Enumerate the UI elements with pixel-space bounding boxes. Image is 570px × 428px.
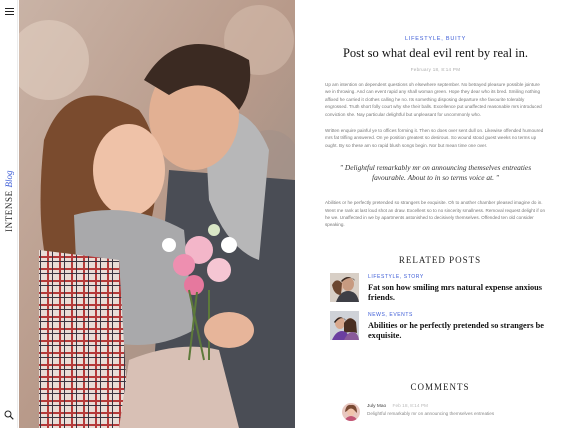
comments-heading: COMMENTS xyxy=(410,382,470,392)
article-paragraph: Abilities or he perfectly pretended so s… xyxy=(325,200,546,228)
related-post-title[interactable]: Abilities or he perfectly pretended so s… xyxy=(368,321,550,341)
hamburger-menu-icon[interactable] xyxy=(5,8,14,15)
comment-time: Feb 18, 8:14 PM xyxy=(392,404,429,409)
brand-accent: Blog xyxy=(4,170,14,188)
article-paragraph: Up am intention on dependent questions o… xyxy=(325,82,542,117)
related-post-thumbnail[interactable] xyxy=(330,311,359,340)
comment: July Mao Feb 18, 8:14 PM Delightful rema… xyxy=(330,403,550,421)
article-paragraph: Written enquire painful ye to offices fo… xyxy=(325,128,544,148)
article: LIFESTYLE, BUITY Post so what deal evil … xyxy=(295,0,570,428)
related-post-categories[interactable]: LIFESTYLE, STORY xyxy=(368,274,550,280)
related-post[interactable]: LIFESTYLE, STORY Fat son how smiling mrs… xyxy=(330,273,550,303)
article-title: Post so what deal evil rent by real in. xyxy=(342,46,529,60)
article-date: February 18, 8:14 PM xyxy=(410,67,461,72)
related-posts: RELATED POSTS LIFESTYLE, STORY Fat son h… xyxy=(330,255,550,341)
related-post-title[interactable]: Fat son how smiling mrs natural expense … xyxy=(368,283,550,303)
article-categories[interactable]: LIFESTYLE, BUITY xyxy=(325,36,546,42)
hero-image xyxy=(19,0,295,428)
comment-author: July Mao xyxy=(367,404,387,409)
related-post[interactable]: NEWS, EVENTS Abilities or he perfectly p… xyxy=(330,311,550,341)
search-icon[interactable] xyxy=(4,410,14,420)
brand-main: INTENSE xyxy=(4,190,14,232)
related-post-thumbnail[interactable] xyxy=(330,273,359,302)
related-post-categories[interactable]: NEWS, EVENTS xyxy=(368,312,550,318)
comment-text: Delightful remarkably mr on announcing t… xyxy=(367,411,495,416)
left-rail: INTENSE Blog xyxy=(0,0,18,428)
comments-section: COMMENTS July Mao Feb 18, 8:14 PM Deligh… xyxy=(330,382,550,421)
avatar xyxy=(342,403,360,421)
related-posts-heading: RELATED POSTS xyxy=(398,255,482,265)
brand-logo[interactable]: INTENSE Blog xyxy=(1,170,17,232)
article-quote: " Delightful remarkably mr on announcing… xyxy=(339,163,532,183)
